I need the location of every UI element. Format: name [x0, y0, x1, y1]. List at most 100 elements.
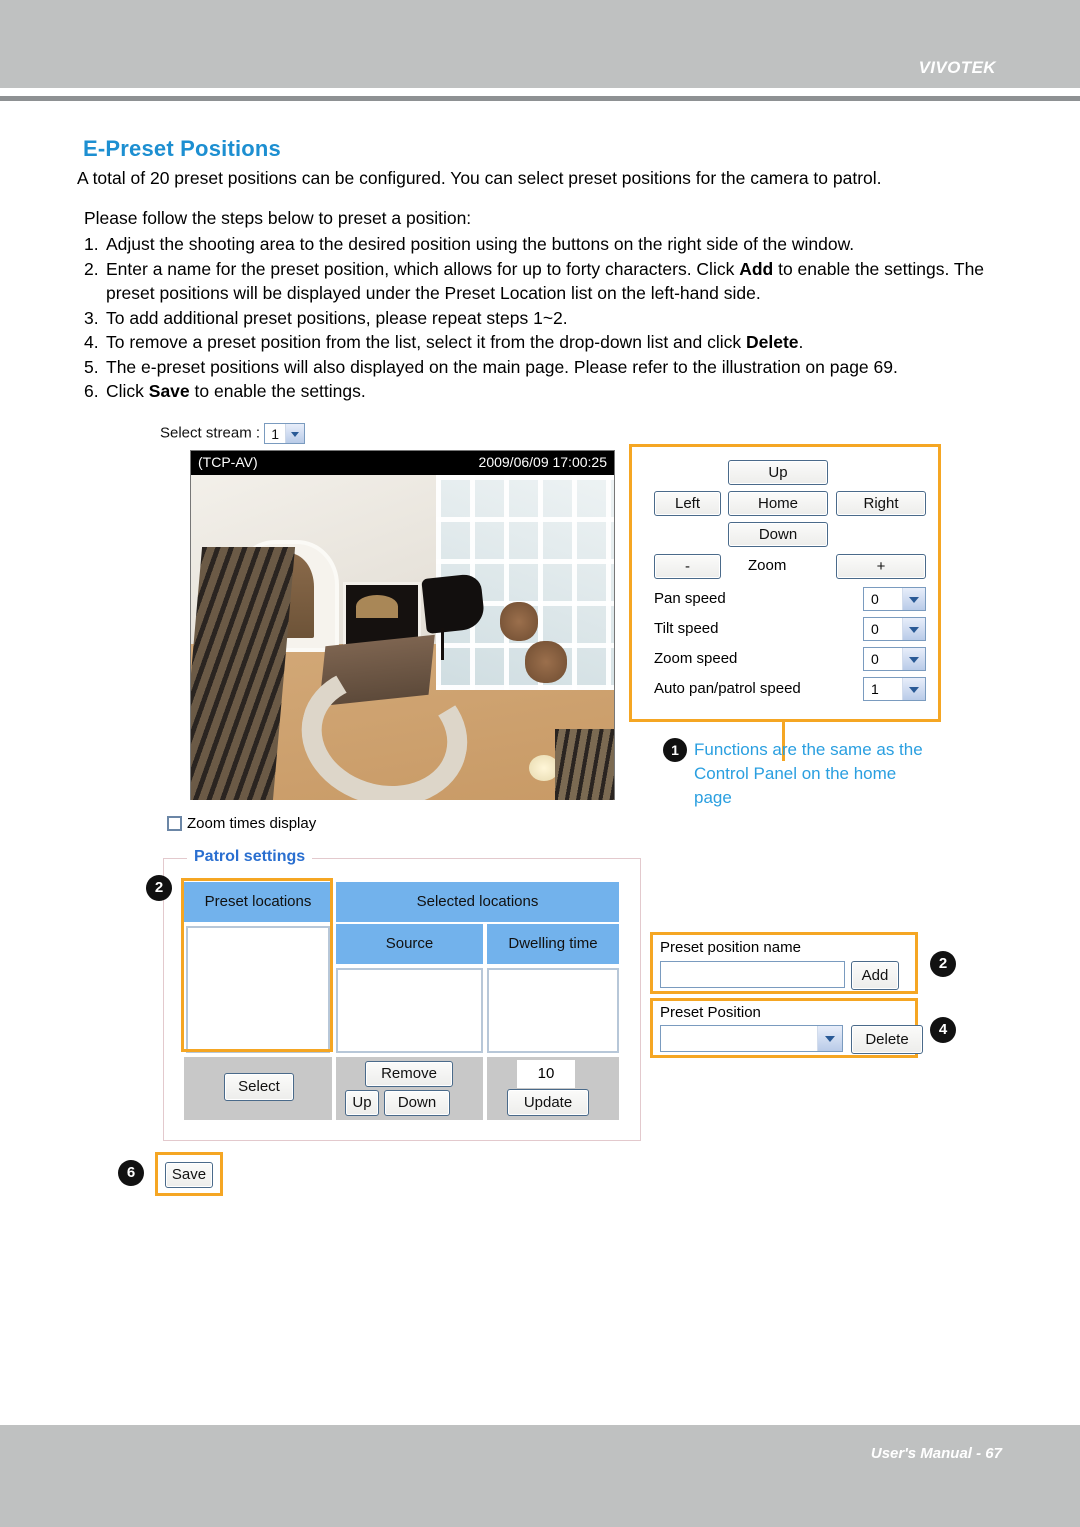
preset-position-name-input[interactable]	[660, 961, 845, 988]
preset-position-panel: Preset Position Delete	[650, 998, 923, 1058]
column-header-preset-locations: Preset locations	[184, 882, 332, 922]
speed-row: Auto pan/patrol speed 1	[654, 677, 926, 703]
preset-locations-listbox[interactable]	[186, 926, 330, 1053]
video-protocol-label: (TCP-AV)	[198, 454, 258, 470]
speed-value: 0	[871, 621, 879, 637]
vivotek-logo: VIVOTEK	[918, 58, 996, 77]
speed-dropdown[interactable]: 0	[863, 617, 926, 641]
step-text: The e-preset positions will also display…	[106, 356, 898, 377]
preset-position-dropdown[interactable]	[660, 1025, 843, 1052]
preset-locations-actionbar: Select	[184, 1057, 332, 1120]
ptz-home-button[interactable]: Home	[728, 491, 828, 516]
zoom-out-button[interactable]: -	[654, 554, 721, 579]
steps-lead: Please follow the steps below to preset …	[84, 208, 472, 228]
video-timestamp: 2009/06/09 17:00:25	[478, 454, 607, 470]
select-stream-label: Select stream :	[160, 424, 261, 442]
save-highlight-box: Save	[155, 1152, 223, 1196]
video-preview-window[interactable]: (TCP-AV) 2009/06/09 17:00:25	[190, 450, 615, 800]
speed-dropdown[interactable]: 1	[863, 677, 926, 701]
source-listbox[interactable]	[336, 968, 483, 1053]
select-stream-value: 1	[271, 426, 280, 442]
dwelling-time-actionbar: 10 Update	[487, 1057, 619, 1120]
header-divider	[0, 96, 1080, 101]
step-number: 3.	[84, 307, 99, 328]
zoom-in-button[interactable]: +	[836, 554, 926, 579]
step-emphasis: Add	[739, 258, 774, 279]
chevron-down-icon	[902, 588, 925, 610]
speed-row: Pan speed 0	[654, 587, 926, 613]
remove-button[interactable]: Remove	[365, 1061, 453, 1087]
step-emphasis: Save	[148, 381, 190, 401]
chevron-down-icon	[902, 648, 925, 670]
ptz-control-panel: Up Left Home Right Down - Zoom + Pan spe…	[629, 444, 941, 722]
chevron-down-icon	[902, 678, 925, 700]
step-emphasis: Delete	[746, 332, 799, 352]
dwelling-time-listbox[interactable]	[487, 968, 619, 1053]
speed-dropdown[interactable]: 0	[863, 647, 926, 671]
delete-button[interactable]: Delete	[851, 1025, 923, 1054]
preset-position-name-panel: Preset position name Add	[650, 932, 918, 994]
callout-badge-4: 4	[930, 1017, 956, 1043]
step-item: 1. Adjust the shooting area to the desire…	[84, 232, 1014, 257]
speed-value: 0	[871, 591, 879, 607]
save-button[interactable]: Save	[165, 1162, 213, 1188]
step-text: Enter a name for the preset position, wh…	[106, 258, 985, 304]
speed-label: Tilt speed	[654, 620, 719, 637]
ptz-down-button[interactable]: Down	[728, 522, 828, 547]
speed-row: Zoom speed 0	[654, 647, 926, 673]
dwelling-time-input[interactable]: 10	[517, 1060, 575, 1088]
select-stream-row: Select stream : 1	[160, 423, 306, 444]
step-number: 1.	[84, 234, 99, 254]
ptz-up-button[interactable]: Up	[728, 460, 828, 485]
step-number: 5.	[84, 356, 99, 377]
callout-badge-2-right: 2	[930, 951, 956, 977]
step-number: 4.	[84, 332, 99, 352]
select-button[interactable]: Select	[224, 1073, 294, 1101]
move-up-button[interactable]: Up	[345, 1090, 379, 1116]
column-header-dwelling-time: Dwelling time	[487, 924, 619, 964]
preset-position-name-label: Preset position name	[660, 939, 801, 956]
speed-value: 0	[871, 651, 879, 667]
step-text: To remove a preset position from the lis…	[106, 332, 804, 352]
zoom-times-display-label: Zoom times display	[187, 815, 317, 832]
ptz-right-button[interactable]: Right	[836, 491, 926, 516]
move-down-button[interactable]: Down	[384, 1090, 450, 1116]
select-stream-dropdown[interactable]: 1	[264, 423, 306, 444]
column-header-source: Source	[336, 924, 483, 964]
chevron-down-icon	[902, 618, 925, 640]
step-text: To add additional preset positions, plea…	[106, 307, 568, 328]
selected-locations-actionbar: Remove Up Down	[336, 1057, 483, 1120]
preset-position-label: Preset Position	[660, 1004, 761, 1021]
zoom-label: Zoom	[748, 557, 787, 574]
patrol-table: Preset locations Selected locations Sour…	[184, 882, 619, 1122]
chevron-down-icon	[817, 1026, 842, 1051]
speed-dropdown[interactable]: 0	[863, 587, 926, 611]
update-button[interactable]: Update	[507, 1089, 589, 1116]
video-frame-image	[191, 475, 614, 800]
callout-badge-2-left: 2	[146, 875, 172, 901]
speed-row: Tilt speed 0	[654, 617, 926, 643]
intro-paragraph: A total of 20 preset positions can be co…	[77, 168, 882, 188]
zoom-times-display-checkbox[interactable]	[167, 816, 182, 831]
speed-value: 1	[871, 681, 879, 697]
step-text: Click Save to enable the settings.	[106, 381, 366, 401]
step-number: 2.	[84, 258, 99, 279]
speed-label: Auto pan/patrol speed	[654, 680, 801, 697]
page-footer-band	[0, 1425, 1080, 1527]
ui-screenshot-figure: Select stream : 1 (TCP-AV) 2009/06/09 17…	[0, 400, 1080, 1200]
add-button[interactable]: Add	[851, 961, 899, 990]
ptz-left-button[interactable]: Left	[654, 491, 721, 516]
chevron-down-icon	[285, 424, 305, 443]
speed-label: Pan speed	[654, 590, 726, 607]
steps-list: 1. Adjust the shooting area to the desire…	[84, 232, 1014, 404]
step-item: 2. Enter a name for the preset position, …	[84, 257, 1014, 306]
callout-badge-1: 1	[663, 738, 687, 762]
step-item: 4. To remove a preset position from the l…	[84, 330, 1014, 355]
step-item: 3. To add additional preset positions, pl…	[84, 306, 1014, 331]
page-title: E-Preset Positions	[83, 136, 281, 161]
video-status-bar: (TCP-AV) 2009/06/09 17:00:25	[191, 451, 614, 475]
patrol-settings-legend: Patrol settings	[187, 848, 313, 866]
zoom-times-display-row[interactable]: Zoom times display	[167, 815, 316, 832]
footer-manual-page: User's Manual - 67	[870, 1445, 1002, 1462]
callout-badge-6: 6	[118, 1160, 144, 1186]
